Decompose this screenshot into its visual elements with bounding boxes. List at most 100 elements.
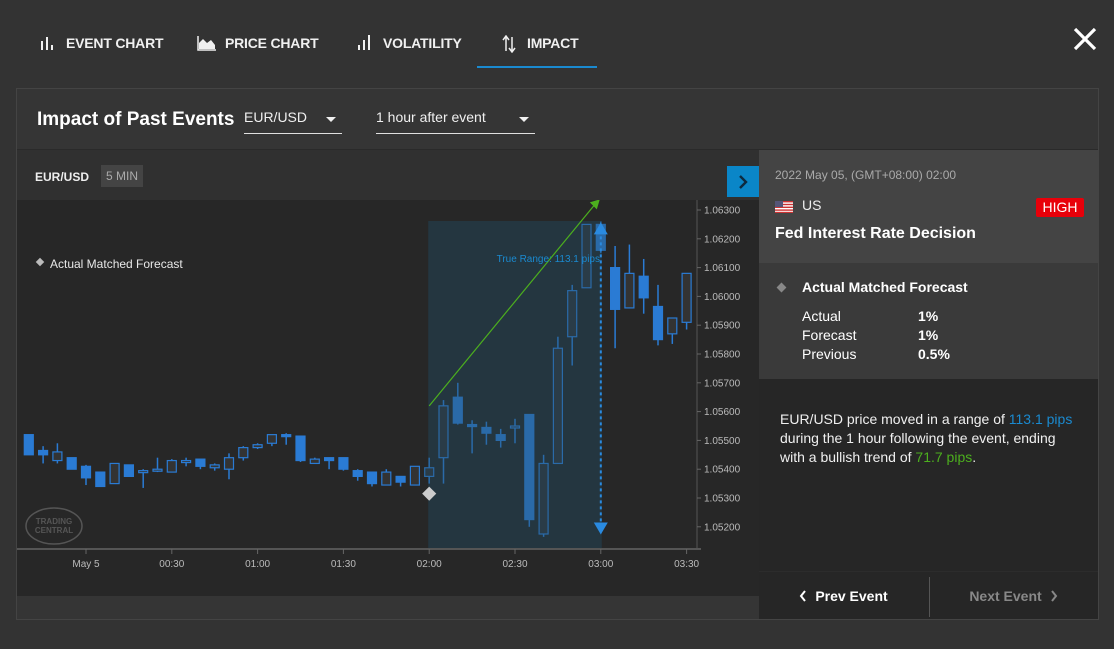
candle-body xyxy=(667,317,678,335)
candle-body xyxy=(652,305,664,341)
candle-body xyxy=(509,425,521,429)
impact-header: Impact of Past Events EUR/USD 1 hour aft… xyxy=(17,89,1098,150)
toggle-panel-button[interactable] xyxy=(727,166,759,197)
candle-body xyxy=(624,272,635,309)
chevron-down-icon xyxy=(326,117,336,122)
candle-body xyxy=(438,405,449,459)
chart-toolbar: EUR/USD 5 MIN xyxy=(17,150,759,200)
close-icon xyxy=(1073,27,1097,51)
candle-body xyxy=(223,457,235,470)
candle xyxy=(667,317,678,344)
prev-event-label: Prev Event xyxy=(815,588,888,604)
symbol-select[interactable]: EUR/USD xyxy=(244,109,342,134)
y-tick-label: 1.05300 xyxy=(704,494,741,505)
legend-label: Actual Matched Forecast xyxy=(50,257,183,271)
timeframe-badge[interactable]: 5 MIN xyxy=(101,165,144,187)
stat-actual: Actual 1% xyxy=(802,308,938,324)
diamond-icon xyxy=(776,282,787,293)
stat-label: Actual xyxy=(802,308,841,324)
stat-previous: Previous 0.5% xyxy=(802,346,950,362)
range-value: 113.1 pips xyxy=(1008,411,1073,427)
event-result: Actual Matched Forecast Actual 1% Foreca… xyxy=(759,263,1098,379)
candle xyxy=(109,462,120,485)
x-tick-label: 01:30 xyxy=(331,559,356,570)
y-tick-label: 1.06000 xyxy=(704,292,741,303)
candle xyxy=(123,464,135,478)
candle xyxy=(309,457,320,465)
prev-event-button[interactable]: Prev Event xyxy=(759,572,928,620)
candle xyxy=(23,434,34,456)
candle xyxy=(324,457,335,470)
candle-body xyxy=(452,396,463,424)
chart-symbol: EUR/USD xyxy=(35,170,90,184)
candle-body xyxy=(95,471,106,488)
tab-volatility[interactable]: VOLATILITY xyxy=(357,30,462,68)
candle xyxy=(409,465,420,486)
candle xyxy=(681,272,692,330)
svg-text:CENTRAL: CENTRAL xyxy=(35,526,73,535)
candle-body xyxy=(138,470,149,474)
event-info: 2022 May 05, (GMT+08:00) 02:00 US HIGH F… xyxy=(759,150,1098,263)
legend-diamond-icon xyxy=(35,257,45,267)
candle xyxy=(552,336,564,465)
candle xyxy=(395,475,406,487)
y-tick-label: 1.05400 xyxy=(704,465,741,476)
candle-body xyxy=(252,444,263,449)
candle-body xyxy=(495,434,506,441)
x-tick-label: May 5 xyxy=(72,559,100,570)
candle-body xyxy=(467,423,478,428)
candle xyxy=(181,457,192,467)
candle xyxy=(80,464,92,486)
event-chart-icon xyxy=(40,35,58,51)
chevron-down-icon xyxy=(519,117,529,122)
candle-body xyxy=(424,467,435,478)
trading-central-watermark: TRADING CENTRAL xyxy=(25,507,83,545)
candle-body xyxy=(209,464,220,469)
candle xyxy=(652,284,664,346)
x-tick-label: 02:00 xyxy=(417,559,442,570)
tab-event-chart[interactable]: EVENT CHART xyxy=(40,30,164,68)
candle-body xyxy=(638,275,649,299)
price-chart-icon xyxy=(197,35,217,51)
impact-panel: Impact of Past Events EUR/USD 1 hour aft… xyxy=(16,88,1099,620)
candlestick-chart[interactable]: 1.06300 1.06200 1.06100 1.06000 1.05900 1.058… xyxy=(17,200,759,596)
tab-price-chart[interactable]: PRICE CHART xyxy=(197,30,319,68)
event-name: Fed Interest Rate Decision xyxy=(775,225,976,242)
y-tick-label: 1.05900 xyxy=(704,321,741,332)
x-tick-label: 02:30 xyxy=(502,559,527,570)
summary-text: EUR/USD price moved in a range of xyxy=(780,411,1009,427)
candle xyxy=(166,459,177,473)
page-title: Impact of Past Events xyxy=(37,109,235,130)
tab-impact[interactable]: IMPACT xyxy=(477,30,597,68)
candle xyxy=(524,413,535,527)
y-tick-label: 1.05600 xyxy=(704,407,741,418)
chart-area: EUR/USD 5 MIN 1.06300 1.06200 1.06100 1.060… xyxy=(17,150,759,596)
candle xyxy=(338,457,349,471)
next-event-button[interactable]: Next Event xyxy=(929,572,1098,620)
candle-body xyxy=(381,471,392,486)
stat-forecast: Forecast 1% xyxy=(802,327,938,343)
candle-body xyxy=(481,426,492,434)
candle xyxy=(538,454,549,537)
candle-body xyxy=(395,475,406,483)
event-highlight-region xyxy=(428,221,602,549)
result-label: Actual Matched Forecast xyxy=(802,279,968,295)
tab-label: VOLATILITY xyxy=(383,35,462,51)
candle xyxy=(281,433,292,445)
candle-body xyxy=(195,458,206,467)
candle xyxy=(138,469,149,488)
candle-body xyxy=(80,465,92,479)
candle xyxy=(66,457,77,470)
candle xyxy=(195,458,206,470)
tab-label: EVENT CHART xyxy=(66,35,164,51)
event-datetime: 2022 May 05, (GMT+08:00) 02:00 xyxy=(775,168,957,182)
period-select[interactable]: 1 hour after event xyxy=(376,109,535,134)
candle xyxy=(366,471,378,487)
y-tick-label: 1.05800 xyxy=(704,350,741,361)
stat-value: 1% xyxy=(918,308,939,324)
stat-label: Forecast xyxy=(802,327,857,343)
y-tick-label: 1.05500 xyxy=(704,436,741,447)
close-button[interactable] xyxy=(1070,24,1100,54)
stat-value: 1% xyxy=(918,327,939,343)
candle-body xyxy=(295,435,306,462)
